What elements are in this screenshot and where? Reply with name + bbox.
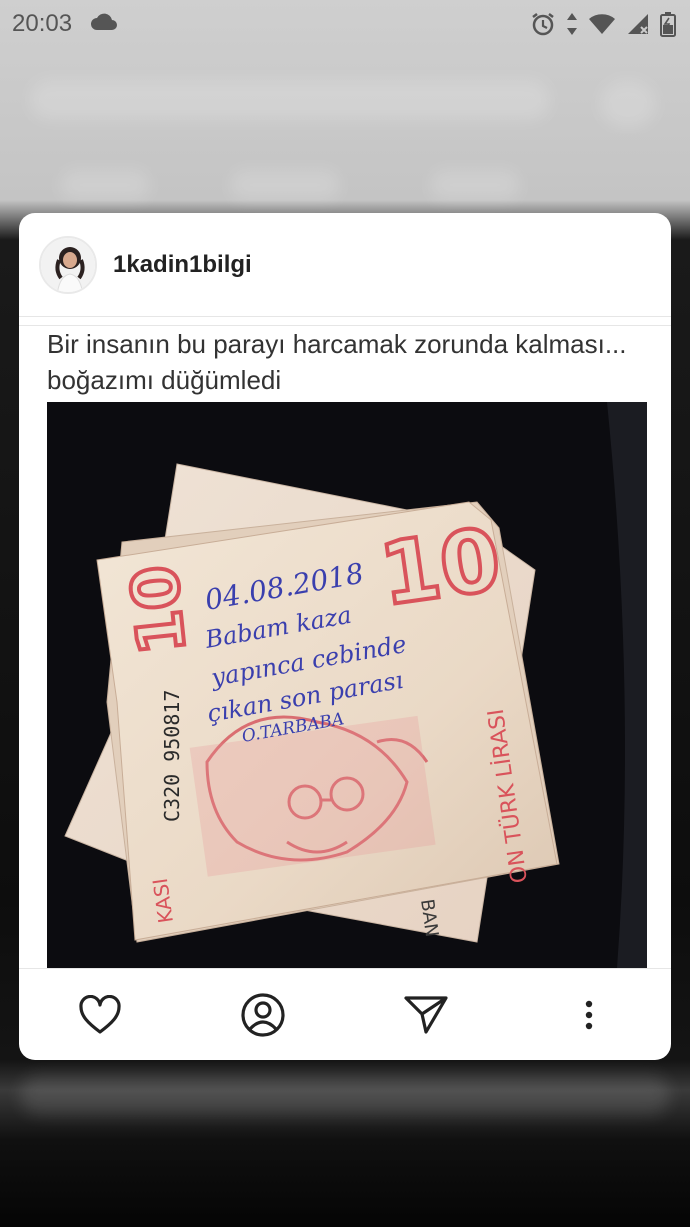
heart-icon[interactable] (76, 991, 124, 1039)
post-preview-card: 1kadin1bilgi Bir insanın bu parayı harca… (19, 213, 671, 1060)
status-bar: 20:03 (0, 0, 690, 48)
post-header: 1kadin1bilgi (19, 213, 671, 317)
more-vertical-icon[interactable] (565, 991, 613, 1039)
send-icon[interactable] (402, 991, 450, 1039)
banknote-numeral-left: 10 (118, 562, 201, 658)
wifi-icon (588, 13, 616, 35)
banknote-serial: C320 950817 (160, 690, 184, 822)
signal-icon (626, 12, 650, 36)
post-caption: Bir insanın bu parayı harcamak zorunda k… (47, 329, 627, 395)
alarm-icon (530, 11, 556, 37)
action-bar (19, 968, 671, 1060)
status-time: 20:03 (12, 10, 73, 37)
data-arrows-icon (566, 12, 578, 36)
banknote-numeral-top: 10 (374, 510, 506, 626)
cloud-icon (90, 13, 118, 36)
battery-icon (660, 11, 676, 37)
post-content: Bir insanın bu parayı harcamak zorunda k… (19, 325, 671, 968)
profile-icon[interactable] (239, 991, 287, 1039)
post-photo[interactable]: 10 10 C320 950817 ON TÜRK LİRASI KASI BA… (47, 402, 647, 968)
avatar[interactable] (39, 235, 97, 294)
username[interactable]: 1kadin1bilgi (113, 251, 252, 279)
